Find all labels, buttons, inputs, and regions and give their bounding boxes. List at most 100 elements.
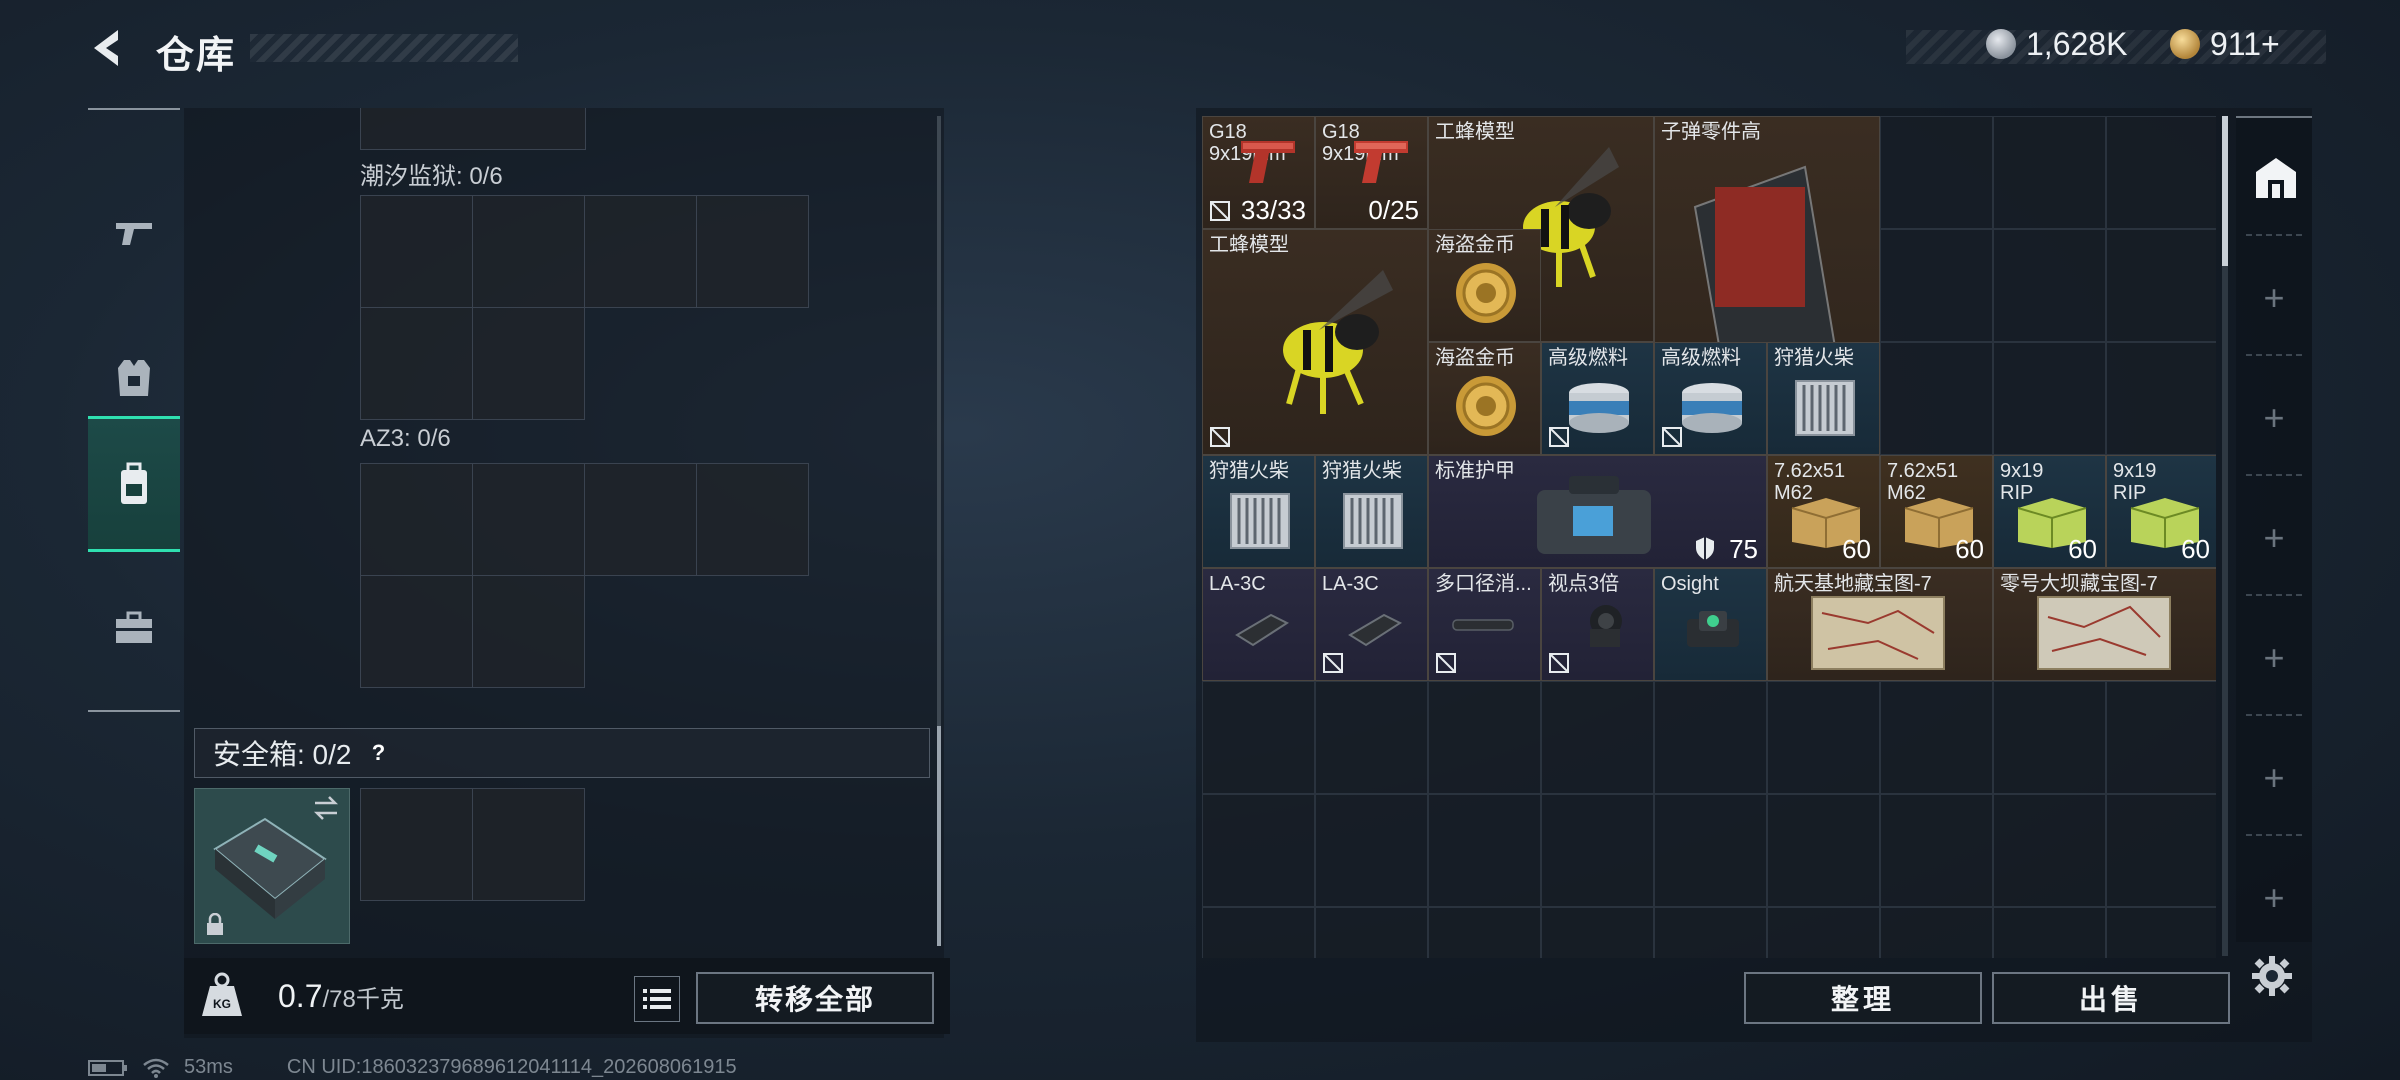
inventory-item[interactable]: 7.62x51 M62 60 bbox=[1880, 455, 1993, 568]
inventory-item[interactable]: 9x19 RIP 60 bbox=[2106, 455, 2216, 568]
inventory-empty-cell[interactable] bbox=[1880, 907, 1993, 958]
inventory-empty-cell[interactable] bbox=[1654, 681, 1767, 794]
inventory-empty-cell[interactable] bbox=[1993, 229, 2106, 342]
inventory-empty-cell[interactable] bbox=[1993, 907, 2106, 958]
warehouse-tab[interactable] bbox=[2252, 154, 2300, 207]
inventory-item[interactable]: 7.62x51 M62 60 bbox=[1767, 455, 1880, 568]
add-tab-button[interactable]: + bbox=[2236, 508, 2312, 568]
inventory-item[interactable]: 9x19 RIP 60 bbox=[1993, 455, 2106, 568]
fuel-can-icon bbox=[1569, 383, 1629, 433]
inventory-empty-cell[interactable] bbox=[2106, 229, 2216, 342]
inventory-empty-cell[interactable] bbox=[2106, 681, 2216, 794]
add-tab-button[interactable]: + bbox=[2236, 268, 2312, 328]
nav-toolbox[interactable] bbox=[88, 560, 180, 696]
grid-cell[interactable] bbox=[360, 195, 473, 308]
inventory-empty-cell[interactable] bbox=[1428, 907, 1541, 958]
inventory-item[interactable]: 高级燃料 bbox=[1541, 342, 1654, 455]
add-tab-button[interactable]: + bbox=[2236, 748, 2312, 808]
inventory-item[interactable]: 狩猎火柴 bbox=[1315, 455, 1428, 568]
grid-cell[interactable] bbox=[696, 195, 809, 308]
inventory-empty-cell[interactable] bbox=[1767, 794, 1880, 907]
add-tab-button[interactable]: + bbox=[2236, 388, 2312, 448]
scrollbar-thumb[interactable] bbox=[937, 726, 941, 946]
grid-cell[interactable] bbox=[360, 575, 473, 688]
inventory-item[interactable]: LA-3C bbox=[1202, 568, 1315, 681]
grid-cell[interactable] bbox=[584, 195, 697, 308]
add-tab-button[interactable]: + bbox=[2236, 628, 2312, 688]
grid-cell[interactable] bbox=[472, 463, 585, 576]
currency-silver[interactable]: 1,628K bbox=[1986, 22, 2127, 66]
inventory-empty-cell[interactable] bbox=[1880, 116, 1993, 229]
help-icon[interactable]: ? bbox=[363, 738, 393, 768]
grid-cell[interactable] bbox=[472, 307, 585, 420]
inventory-empty-cell[interactable] bbox=[2106, 907, 2216, 958]
settings-button[interactable] bbox=[2250, 954, 2294, 998]
inventory-item[interactable]: 海盗金币 bbox=[1428, 342, 1541, 455]
inventory-empty-cell[interactable] bbox=[1880, 794, 1993, 907]
safebox-cell[interactable] bbox=[360, 788, 473, 901]
inventory-empty-cell[interactable] bbox=[1315, 794, 1428, 907]
laser-module-icon bbox=[1235, 613, 1290, 647]
inventory-empty-cell[interactable] bbox=[1767, 681, 1880, 794]
safebox-item[interactable] bbox=[194, 788, 350, 944]
inventory-item[interactable]: 视点3倍 bbox=[1541, 568, 1654, 681]
inventory-empty-cell[interactable] bbox=[1654, 907, 1767, 958]
inventory-empty-cell[interactable] bbox=[1202, 681, 1315, 794]
transfer-all-button[interactable]: 转移全部 bbox=[696, 972, 934, 1024]
grid-cell[interactable] bbox=[472, 575, 585, 688]
inventory-empty-cell[interactable] bbox=[1993, 794, 2106, 907]
inventory-item[interactable]: 工蜂模型 bbox=[1202, 229, 1428, 455]
currency-gold[interactable]: 911+ bbox=[2170, 22, 2280, 66]
swap-icon[interactable] bbox=[311, 795, 341, 821]
safebox-cell[interactable] bbox=[472, 788, 585, 901]
left-scrollbar[interactable] bbox=[937, 116, 941, 946]
item-name: 标准护甲 bbox=[1435, 460, 1515, 482]
inventory-item[interactable]: 航天基地藏宝图-7 bbox=[1767, 568, 1993, 681]
nav-weapons[interactable] bbox=[88, 166, 180, 302]
inventory-empty-cell[interactable] bbox=[1428, 794, 1541, 907]
grid-cell[interactable] bbox=[696, 463, 809, 576]
inventory-item[interactable]: 零号大坝藏宝图-7 bbox=[1993, 568, 2216, 681]
grid-cell[interactable] bbox=[360, 463, 473, 576]
inventory-empty-cell[interactable] bbox=[1315, 681, 1428, 794]
inventory-empty-cell[interactable] bbox=[1315, 907, 1428, 958]
inventory-empty-cell[interactable] bbox=[1880, 342, 1993, 455]
inventory-empty-cell[interactable] bbox=[1541, 907, 1654, 958]
inventory-empty-cell[interactable] bbox=[1767, 907, 1880, 958]
sell-button[interactable]: 出售 bbox=[1992, 972, 2230, 1024]
grid-cell[interactable] bbox=[584, 463, 697, 576]
inventory-empty-cell[interactable] bbox=[1541, 794, 1654, 907]
inventory-empty-cell[interactable] bbox=[2106, 794, 2216, 907]
inventory-item[interactable]: G18 9x19mm 33/33 bbox=[1202, 116, 1315, 229]
scrollbar-thumb[interactable] bbox=[2222, 116, 2228, 266]
inventory-empty-cell[interactable] bbox=[2106, 342, 2216, 455]
inventory-empty-cell[interactable] bbox=[1993, 681, 2106, 794]
add-tab-button[interactable]: + bbox=[2236, 868, 2312, 928]
nav-backpack[interactable] bbox=[88, 416, 180, 552]
inventory-item[interactable]: 多口径消... bbox=[1428, 568, 1541, 681]
grid-cell[interactable] bbox=[472, 195, 585, 308]
list-view-button[interactable] bbox=[634, 976, 680, 1022]
sort-button[interactable]: 整理 bbox=[1744, 972, 1982, 1024]
inventory-item[interactable]: 高级燃料 bbox=[1654, 342, 1767, 455]
grid-cell[interactable] bbox=[360, 307, 473, 420]
inventory-item[interactable]: Osight bbox=[1654, 568, 1767, 681]
inventory-empty-cell[interactable] bbox=[1993, 342, 2106, 455]
inventory-empty-cell[interactable] bbox=[1654, 794, 1767, 907]
inventory-scrollbar[interactable] bbox=[2222, 116, 2228, 956]
inventory-item[interactable]: G18 9x19mm 0/25 bbox=[1315, 116, 1428, 229]
inventory-item[interactable]: 狩猎火柴 bbox=[1202, 455, 1315, 568]
inventory-empty-cell[interactable] bbox=[1202, 794, 1315, 907]
inventory-item[interactable]: 海盗金币 bbox=[1428, 229, 1541, 342]
inventory-empty-cell[interactable] bbox=[2106, 116, 2216, 229]
inventory-empty-cell[interactable] bbox=[1541, 681, 1654, 794]
inventory-item[interactable]: LA-3C bbox=[1315, 568, 1428, 681]
inventory-empty-cell[interactable] bbox=[1880, 229, 1993, 342]
back-button[interactable] bbox=[86, 26, 130, 70]
inventory-empty-cell[interactable] bbox=[1993, 116, 2106, 229]
inventory-empty-cell[interactable] bbox=[1202, 907, 1315, 958]
inventory-empty-cell[interactable] bbox=[1880, 681, 1993, 794]
inventory-item[interactable]: 狩猎火柴 bbox=[1767, 342, 1880, 455]
inventory-empty-cell[interactable] bbox=[1428, 681, 1541, 794]
inventory-item[interactable]: 标准护甲 75 bbox=[1428, 455, 1767, 568]
